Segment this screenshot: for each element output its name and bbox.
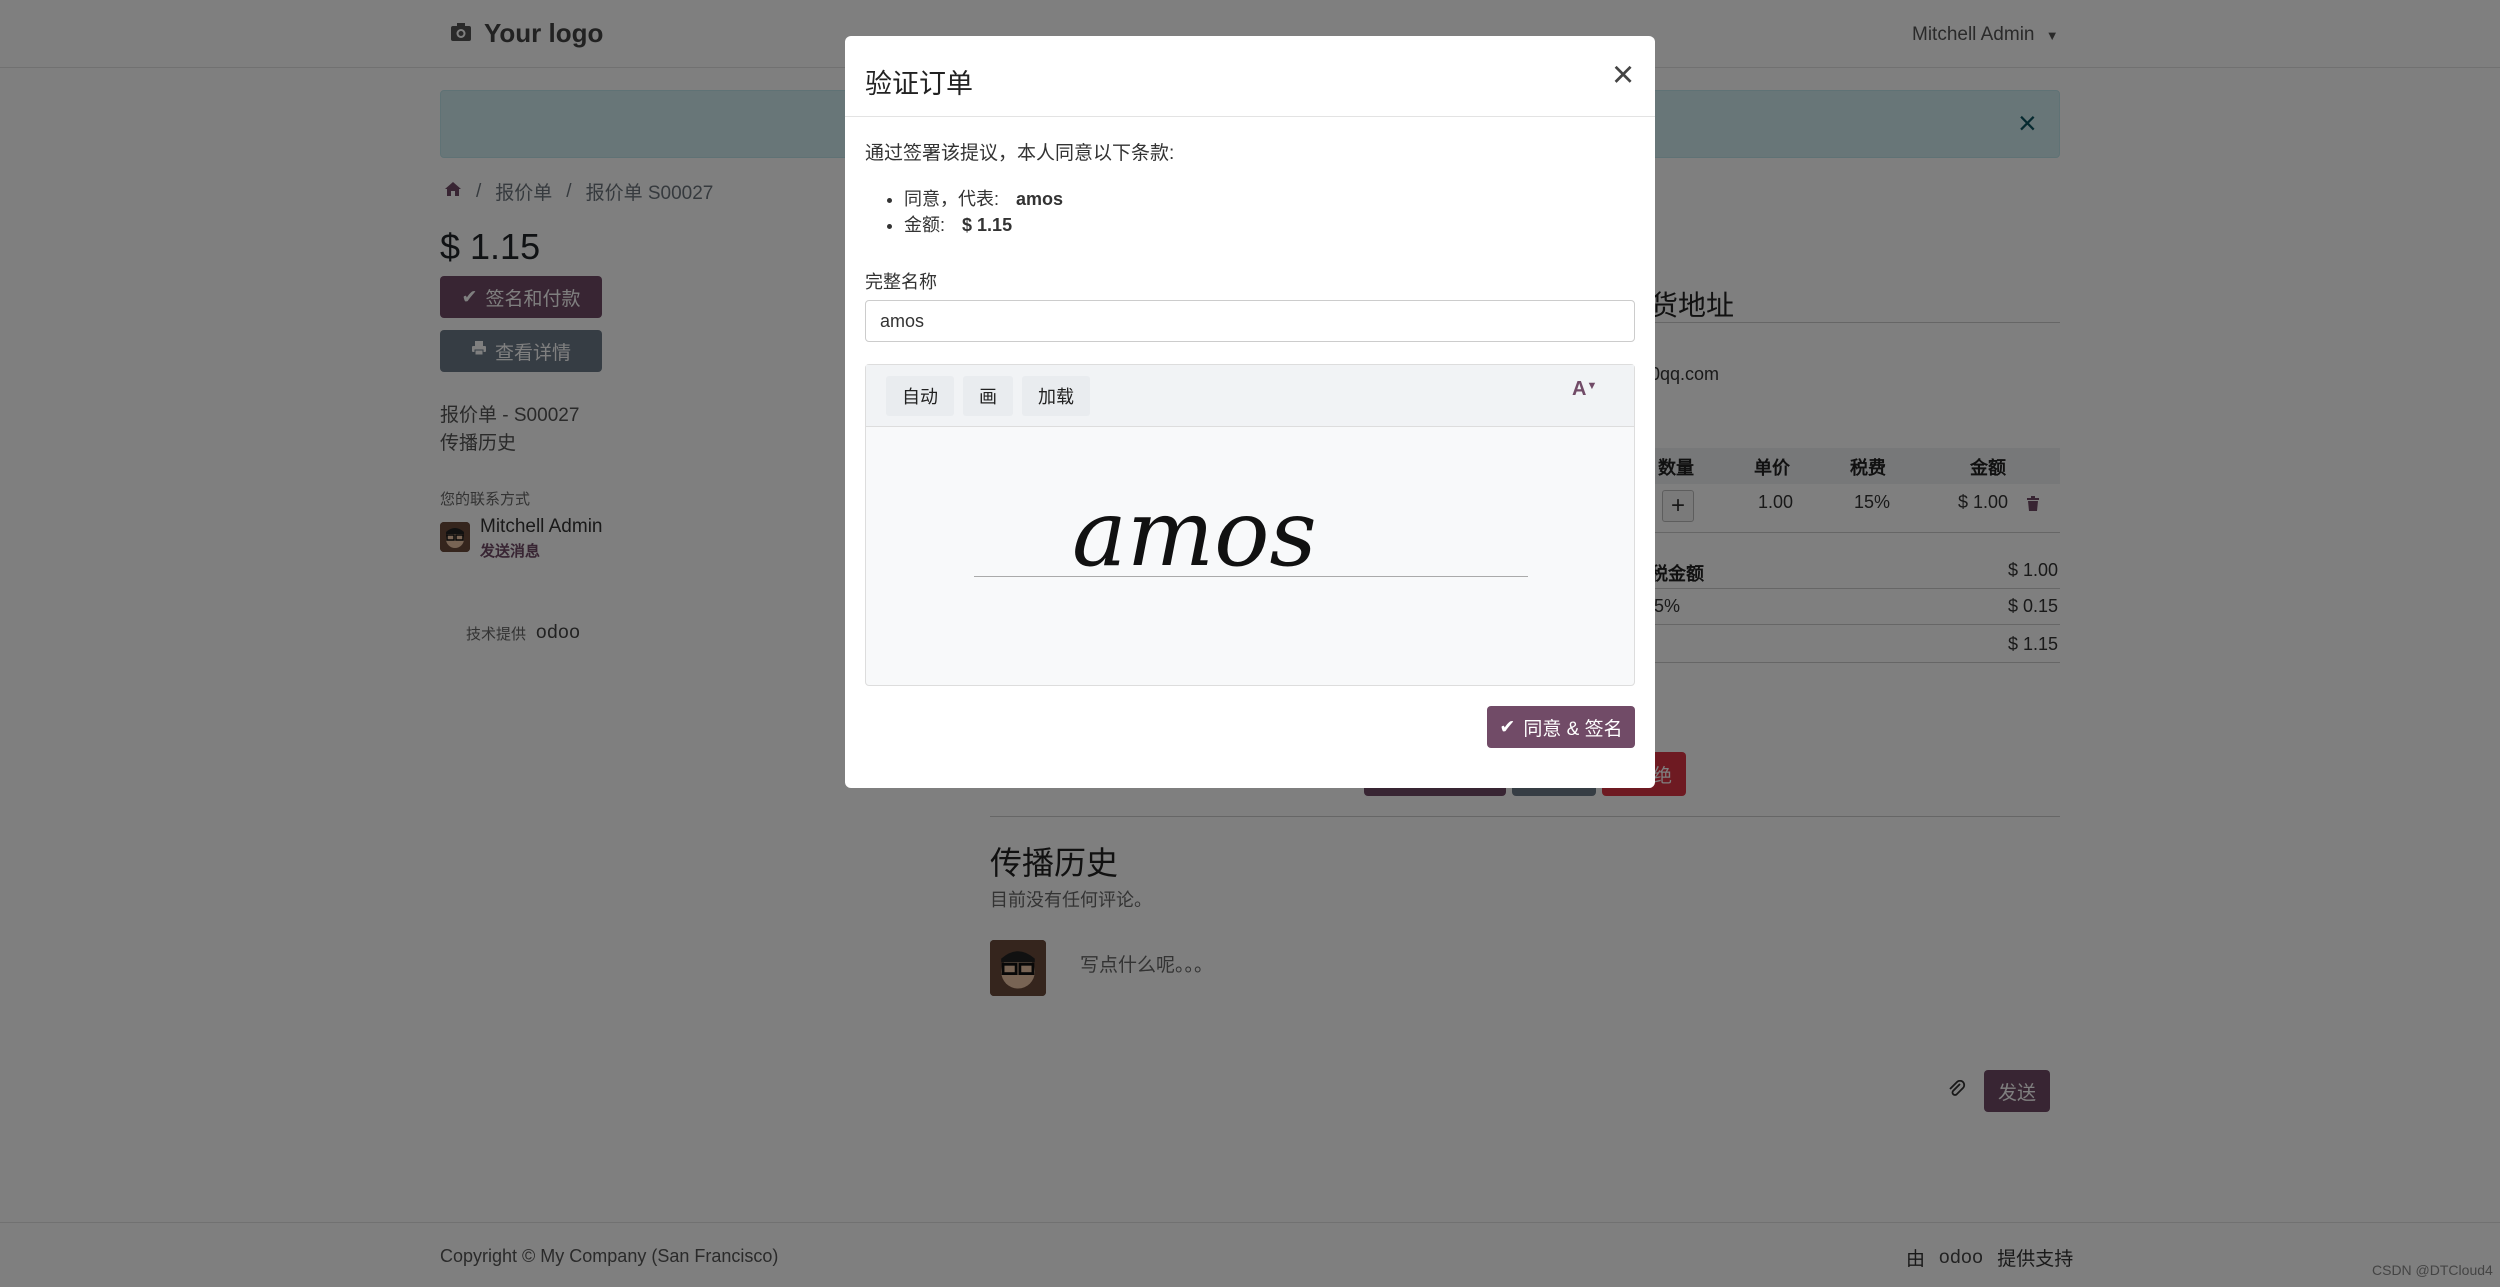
tab-draw-label: 画 (979, 387, 997, 407)
signature-text: amos (1072, 480, 1317, 587)
terms-text: 通过签署该提议，本人同意以下条款: (865, 143, 1175, 164)
terms-list: 同意，代表: amos 金额: $ 1.15 (880, 186, 1063, 238)
tab-auto[interactable]: 自动 (886, 376, 954, 416)
close-icon[interactable]: × (1612, 56, 1634, 94)
behalf-value: amos (1016, 189, 1064, 209)
full-name-label: 完整名称 (865, 272, 937, 292)
check-icon: ✔ (1499, 716, 1516, 738)
tab-load[interactable]: 加载 (1022, 376, 1090, 416)
tab-auto-label: 自动 (902, 387, 938, 407)
tab-draw[interactable]: 画 (963, 376, 1013, 416)
behalf-label: 同意，代表: (904, 189, 1000, 209)
agree-sign-button[interactable]: ✔ 同意 & 签名 (1487, 706, 1635, 748)
agree-sign-label: 同意 & 签名 (1523, 718, 1623, 740)
full-name-input[interactable]: amos (865, 300, 1635, 342)
tab-load-label: 加载 (1038, 387, 1074, 407)
modal-title: 验证订单 (865, 69, 973, 99)
full-name-value: amos (880, 310, 925, 331)
list-item: 同意，代表: amos (904, 186, 1063, 212)
divider (845, 116, 1655, 117)
amount-value: $ 1.15 (962, 215, 1013, 235)
list-item: 金额: $ 1.15 (904, 212, 1063, 238)
amount-label: 金额: (904, 215, 946, 235)
font-select-icon[interactable]: A▼ (1572, 378, 1597, 401)
